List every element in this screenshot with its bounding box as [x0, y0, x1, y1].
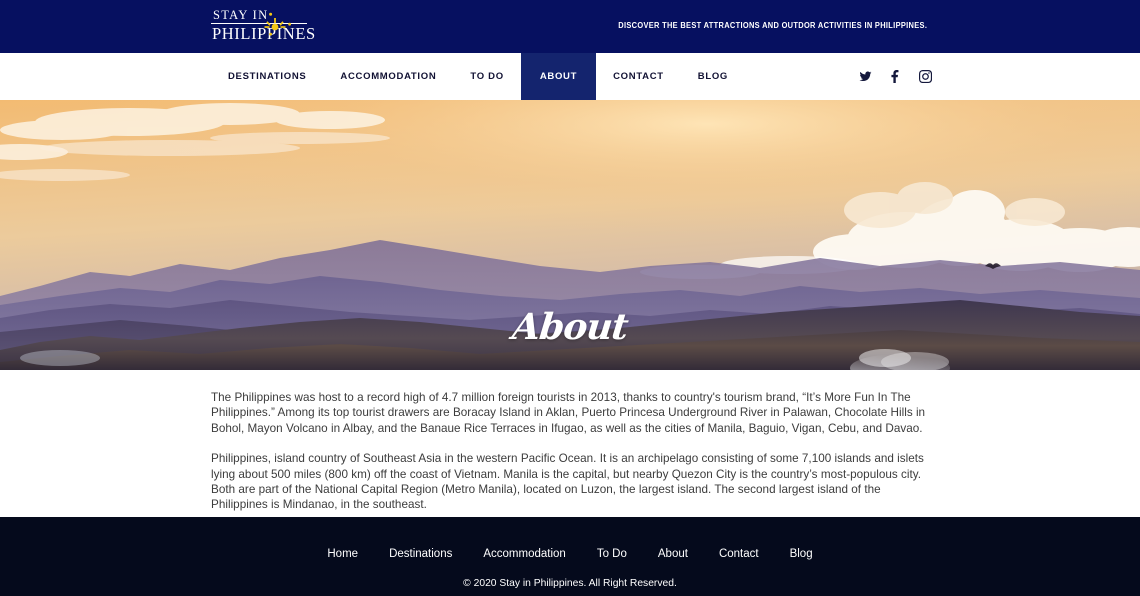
nav-item-blog[interactable]: BLOG [681, 53, 745, 100]
header-tagline: DISCOVER THE BEST ATTRACTIONS AND OUTDOR… [618, 21, 927, 30]
instagram-icon[interactable] [919, 70, 932, 83]
nav-item-accommodation[interactable]: ACCOMMODATION [323, 53, 453, 100]
nav-item-destinations[interactable]: DESTINATIONS [211, 53, 323, 100]
footer-link-contact[interactable]: Contact [719, 548, 759, 560]
twitter-icon[interactable] [859, 70, 872, 83]
hero-title: About [510, 306, 630, 348]
site-logo[interactable]: STAY IN PHILIPPINES [211, 8, 316, 43]
footer-link-about[interactable]: About [658, 548, 688, 560]
nav-item-about[interactable]: ABOUT [520, 53, 597, 100]
social-links [859, 53, 932, 100]
about-paragraph-1: The Philippines was host to a record hig… [211, 391, 926, 435]
nav-item-to-do[interactable]: TO DO [453, 53, 520, 100]
footer-link-accommodation[interactable]: Accommodation [483, 548, 565, 560]
footer-link-blog[interactable]: Blog [790, 548, 813, 560]
copyright-text: © 2020 Stay in Philippines. All Right Re… [463, 578, 677, 589]
nav-item-contact[interactable]: CONTACT [596, 53, 681, 100]
footer-link-to-do[interactable]: To Do [597, 548, 627, 560]
footer-link-home[interactable]: Home [327, 548, 358, 560]
nav-item-list: DESTINATIONS ACCOMMODATION TO DO ABOUT C… [211, 53, 745, 100]
footer-navigation: Home Destinations Accommodation To Do Ab… [0, 517, 1140, 560]
about-paragraph-2: Philippines, island country of Southeast… [211, 452, 924, 512]
footer-link-destinations[interactable]: Destinations [389, 548, 452, 560]
logo-line-philippines: PHILIPPINES [212, 24, 316, 43]
hero-banner: About [0, 100, 1140, 370]
about-content: The Philippines was host to a record hig… [0, 370, 1140, 517]
logo-line-stay-in: STAY IN [213, 8, 269, 22]
site-footer: Home Destinations Accommodation To Do Ab… [0, 517, 1140, 596]
header-bar: STAY IN PHILIPPINES DISCOVER THE BEST AT… [0, 0, 1140, 53]
facebook-icon[interactable] [889, 70, 902, 83]
main-navigation: DESTINATIONS ACCOMMODATION TO DO ABOUT C… [0, 53, 1140, 100]
